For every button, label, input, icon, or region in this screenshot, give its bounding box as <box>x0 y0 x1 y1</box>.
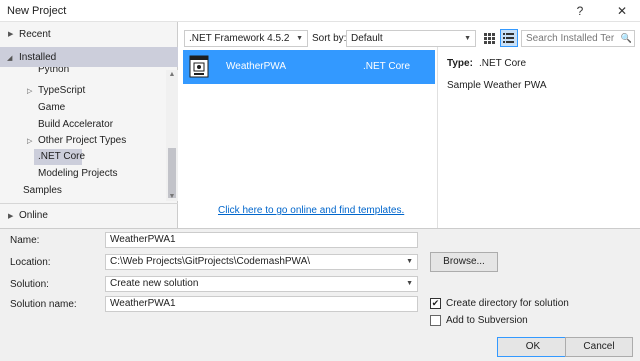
sort-value: Default <box>351 33 383 44</box>
tree-scroll-thumb[interactable] <box>168 148 176 198</box>
create-directory-checkbox[interactable]: ✔ <box>430 298 441 309</box>
add-to-subversion-label: Add to Subversion <box>446 315 528 326</box>
sort-dropdown[interactable]: Default ▼ <box>346 30 476 47</box>
solution-dropdown[interactable]: Create new solution ▼ <box>105 276 418 292</box>
solution-name-input[interactable]: WeatherPWA1 <box>105 296 418 312</box>
help-button[interactable]: ? <box>568 0 592 22</box>
name-input[interactable]: WeatherPWA1 <box>105 232 418 248</box>
solution-label: Solution: <box>10 279 49 290</box>
tree-item-modeling-projects[interactable]: Modeling Projects <box>38 168 117 179</box>
cancel-button[interactable]: Cancel <box>565 337 633 357</box>
typescript-expand-icon[interactable]: ▷ <box>27 87 32 95</box>
name-label: Name: <box>10 235 40 246</box>
find-templates-online-link[interactable]: Click here to go online and find templat… <box>218 205 404 216</box>
solution-name-label: Solution name: <box>10 299 77 310</box>
search-icon[interactable]: 🔍 <box>621 31 632 46</box>
framework-value: .NET Framework 4.5.2 <box>189 33 290 44</box>
chevron-down-icon: ▼ <box>296 35 303 42</box>
other-project-types-expand-icon[interactable]: ▷ <box>27 137 32 145</box>
type-value: .NET Core <box>479 58 527 69</box>
tree-item-online[interactable]: Online <box>19 210 48 221</box>
grid-view-icon <box>484 33 495 44</box>
tree-item-net-core[interactable]: .NET Core <box>38 151 85 162</box>
checkmark-icon: ✔ <box>431 298 440 308</box>
template-item-weatherpwa[interactable]: WeatherPWA .NET Core <box>183 50 435 84</box>
framework-dropdown[interactable]: .NET Framework 4.5.2 ▼ <box>184 30 308 47</box>
ok-button[interactable]: OK <box>497 337 569 357</box>
title-bar <box>0 0 640 22</box>
add-to-subversion-checkbox[interactable] <box>430 315 441 326</box>
chevron-down-icon: ▼ <box>406 258 413 265</box>
search-input[interactable]: Search Installed Ter 🔍 <box>521 30 635 47</box>
scroll-down-icon[interactable]: ▼ <box>166 192 178 202</box>
tree-item-samples[interactable]: Samples <box>23 185 62 196</box>
template-name: WeatherPWA <box>226 61 287 72</box>
location-label: Location: <box>10 257 51 268</box>
create-directory-label: Create directory for solution <box>446 298 569 309</box>
tree-item-python[interactable]: Python <box>38 67 69 75</box>
close-button[interactable]: ✕ <box>610 0 634 22</box>
location-value: C:\Web Projects\GitProjects\CodemashPWA\ <box>110 256 311 267</box>
template-language: .NET Core <box>363 61 411 72</box>
search-placeholder: Search Installed Ter <box>526 33 615 44</box>
location-dropdown[interactable]: C:\Web Projects\GitProjects\CodemashPWA\… <box>105 254 418 270</box>
installed-collapse-icon[interactable]: ◢ <box>7 54 12 62</box>
tree-scroll-region: Python ▷ TypeScript Game Build Accelerat… <box>0 67 166 207</box>
browse-button[interactable]: Browse... <box>430 252 498 272</box>
tree-item-typescript[interactable]: TypeScript <box>38 85 85 96</box>
tree-item-game[interactable]: Game <box>38 102 65 113</box>
tree-item-build-accelerator[interactable]: Build Accelerator <box>38 119 113 130</box>
tree-item-installed[interactable]: Installed <box>19 52 56 63</box>
sort-by-label: Sort by: <box>312 33 347 44</box>
solution-value: Create new solution <box>110 278 199 289</box>
window-title: New Project <box>7 5 67 17</box>
list-view-button[interactable] <box>500 29 518 47</box>
scroll-up-icon[interactable]: ▲ <box>166 70 178 80</box>
recent-expand-icon[interactable]: ▶ <box>8 30 13 38</box>
online-expand-icon[interactable]: ▶ <box>8 212 13 220</box>
list-view-icon <box>503 33 514 43</box>
chevron-down-icon: ▼ <box>464 35 471 42</box>
type-label: Type: <box>447 58 473 69</box>
small-icons-view-button[interactable] <box>481 29 498 47</box>
template-description: Sample Weather PWA <box>447 80 547 91</box>
tree-item-recent[interactable]: Recent <box>19 29 51 40</box>
tree-divider <box>0 203 178 204</box>
chevron-down-icon: ▼ <box>406 280 413 287</box>
details-divider <box>437 47 438 228</box>
project-template-icon <box>189 55 209 78</box>
tree-item-other-project-types[interactable]: Other Project Types <box>38 135 126 146</box>
